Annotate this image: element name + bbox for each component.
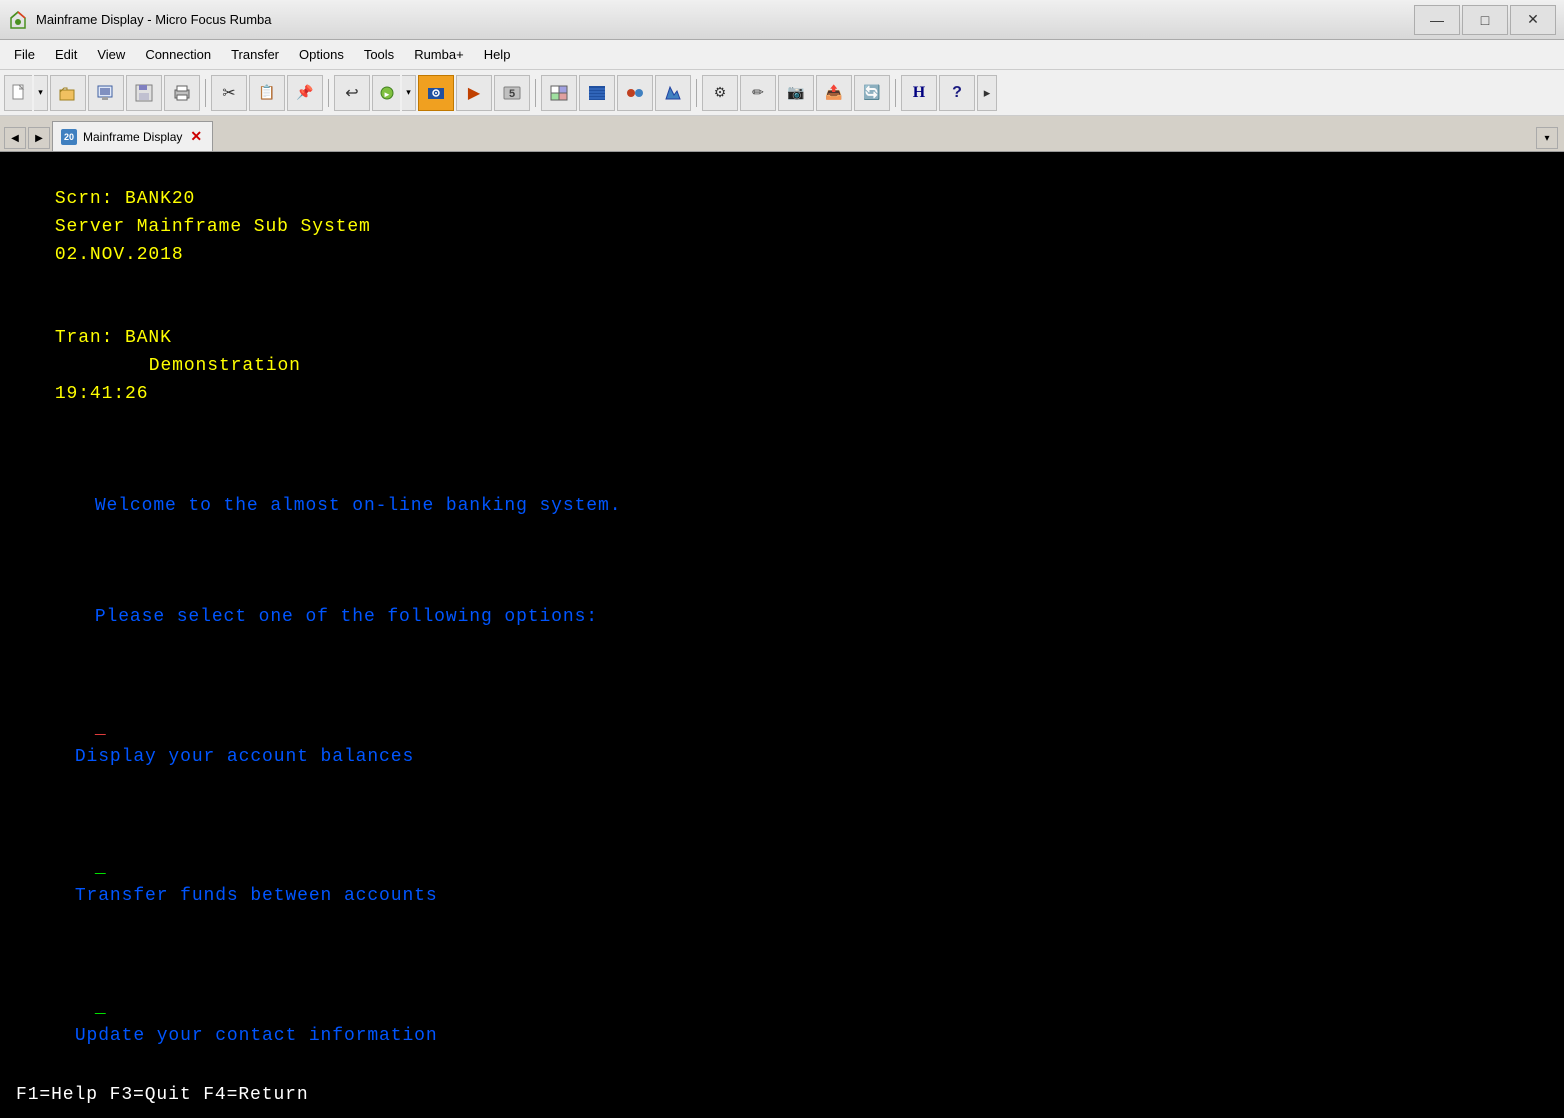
separator-4 xyxy=(696,79,697,107)
connect-dropdown[interactable]: ▾ xyxy=(402,75,416,111)
tab-icon: 20 xyxy=(61,129,77,145)
toolbar-overflow[interactable]: ▸ xyxy=(977,75,997,111)
tool3-button[interactable] xyxy=(617,75,653,111)
terminal-prompt: Please select one of the following optio… xyxy=(8,576,1556,660)
terminal-welcome: Welcome to the almost on-line banking sy… xyxy=(8,465,1556,549)
terminal-header-scrn: Scrn: BANK20 Server Mainframe Sub System… xyxy=(8,158,1556,297)
menu-connection[interactable]: Connection xyxy=(135,43,221,66)
copy-screen-button[interactable] xyxy=(88,75,124,111)
tool1-button[interactable] xyxy=(541,75,577,111)
terminal-blank-2 xyxy=(8,548,1556,576)
copy-button[interactable]: 📋 xyxy=(249,75,285,111)
terminal-blank-4 xyxy=(8,799,1556,827)
tab-label: Mainframe Display xyxy=(83,130,182,144)
tab-scroll-left[interactable]: ◀ xyxy=(4,127,26,149)
separator-5 xyxy=(895,79,896,107)
record-button[interactable]: 5 xyxy=(494,75,530,111)
tab-scroll-right[interactable]: ▶ xyxy=(28,127,50,149)
svg-text:5: 5 xyxy=(509,88,515,100)
separator-2 xyxy=(328,79,329,107)
separator-3 xyxy=(535,79,536,107)
terminal-blank-1 xyxy=(8,437,1556,465)
close-button[interactable]: ✕ xyxy=(1510,5,1556,35)
print-button[interactable] xyxy=(164,75,200,111)
export-button[interactable]: 📤 xyxy=(816,75,852,111)
new-button[interactable] xyxy=(4,75,32,111)
tab-mainframe-display[interactable]: 20 Mainframe Display ✕ xyxy=(52,121,213,151)
title-bar: Mainframe Display - Micro Focus Rumba — … xyxy=(0,0,1564,40)
settings-button[interactable]: ⚙ xyxy=(702,75,738,111)
maximize-button[interactable]: □ xyxy=(1462,5,1508,35)
cut-button[interactable]: ✂ xyxy=(211,75,247,111)
menu-options[interactable]: Options xyxy=(289,43,354,66)
separator-1 xyxy=(205,79,206,107)
menu-tools[interactable]: Tools xyxy=(354,43,404,66)
terminal-area[interactable]: Scrn: BANK20 Server Mainframe Sub System… xyxy=(0,152,1564,1118)
screenshot-button[interactable] xyxy=(418,75,454,111)
menu-edit[interactable]: Edit xyxy=(45,43,87,66)
tab-overflow-button[interactable]: ▾ xyxy=(1536,127,1558,149)
terminal-menu-item-3[interactable]: _ Update your contact information xyxy=(8,967,1556,1079)
undo-button[interactable]: ↩ xyxy=(334,75,370,111)
toolbar: ▾ ✂ 📋 📌 ↩ ► ▾ ▶ 5 ⚙ ✏ 📷 📤 xyxy=(0,70,1564,116)
terminal-menu-item-1[interactable]: _ Display your account balances xyxy=(8,688,1556,800)
menu-help[interactable]: Help xyxy=(474,43,521,66)
help-button[interactable]: ? xyxy=(939,75,975,111)
macro-button[interactable]: ▶ xyxy=(456,75,492,111)
edit-button[interactable]: ✏ xyxy=(740,75,776,111)
font-button[interactable]: H xyxy=(901,75,937,111)
window-controls: — □ ✕ xyxy=(1414,5,1556,35)
new-dropdown[interactable]: ▾ xyxy=(34,75,48,111)
menu-bar: File Edit View Connection Transfer Optio… xyxy=(0,40,1564,70)
menu-view[interactable]: View xyxy=(87,43,135,66)
menu-file[interactable]: File xyxy=(4,43,45,66)
app-icon xyxy=(8,10,28,30)
tool4-button[interactable] xyxy=(655,75,691,111)
minimize-button[interactable]: — xyxy=(1414,5,1460,35)
paste-button[interactable]: 📌 xyxy=(287,75,323,111)
terminal-menu-item-2[interactable]: _ Transfer funds between accounts xyxy=(8,827,1556,939)
connect-button[interactable]: ► xyxy=(372,75,400,111)
tab-close-button[interactable]: ✕ xyxy=(188,128,204,145)
transfer2-button[interactable]: 🔄 xyxy=(854,75,890,111)
menu-rumba[interactable]: Rumba+ xyxy=(404,43,474,66)
save-button[interactable] xyxy=(126,75,162,111)
terminal-blank-3 xyxy=(8,660,1556,688)
window-title: Mainframe Display - Micro Focus Rumba xyxy=(36,12,272,27)
terminal-blank-5 xyxy=(8,939,1556,967)
capture2-button[interactable]: 📷 xyxy=(778,75,814,111)
open-button[interactable] xyxy=(50,75,86,111)
tab-bar: ◀ ▶ 20 Mainframe Display ✕ ▾ xyxy=(0,116,1564,152)
terminal-header-tran: Tran: BANK Demonstration 19:41:26 xyxy=(8,297,1556,436)
tool2-button[interactable] xyxy=(579,75,615,111)
menu-transfer[interactable]: Transfer xyxy=(221,43,289,66)
terminal-status-bar: F1=Help F3=Quit F4=Return xyxy=(0,1074,1564,1118)
svg-text:►: ► xyxy=(383,90,391,99)
